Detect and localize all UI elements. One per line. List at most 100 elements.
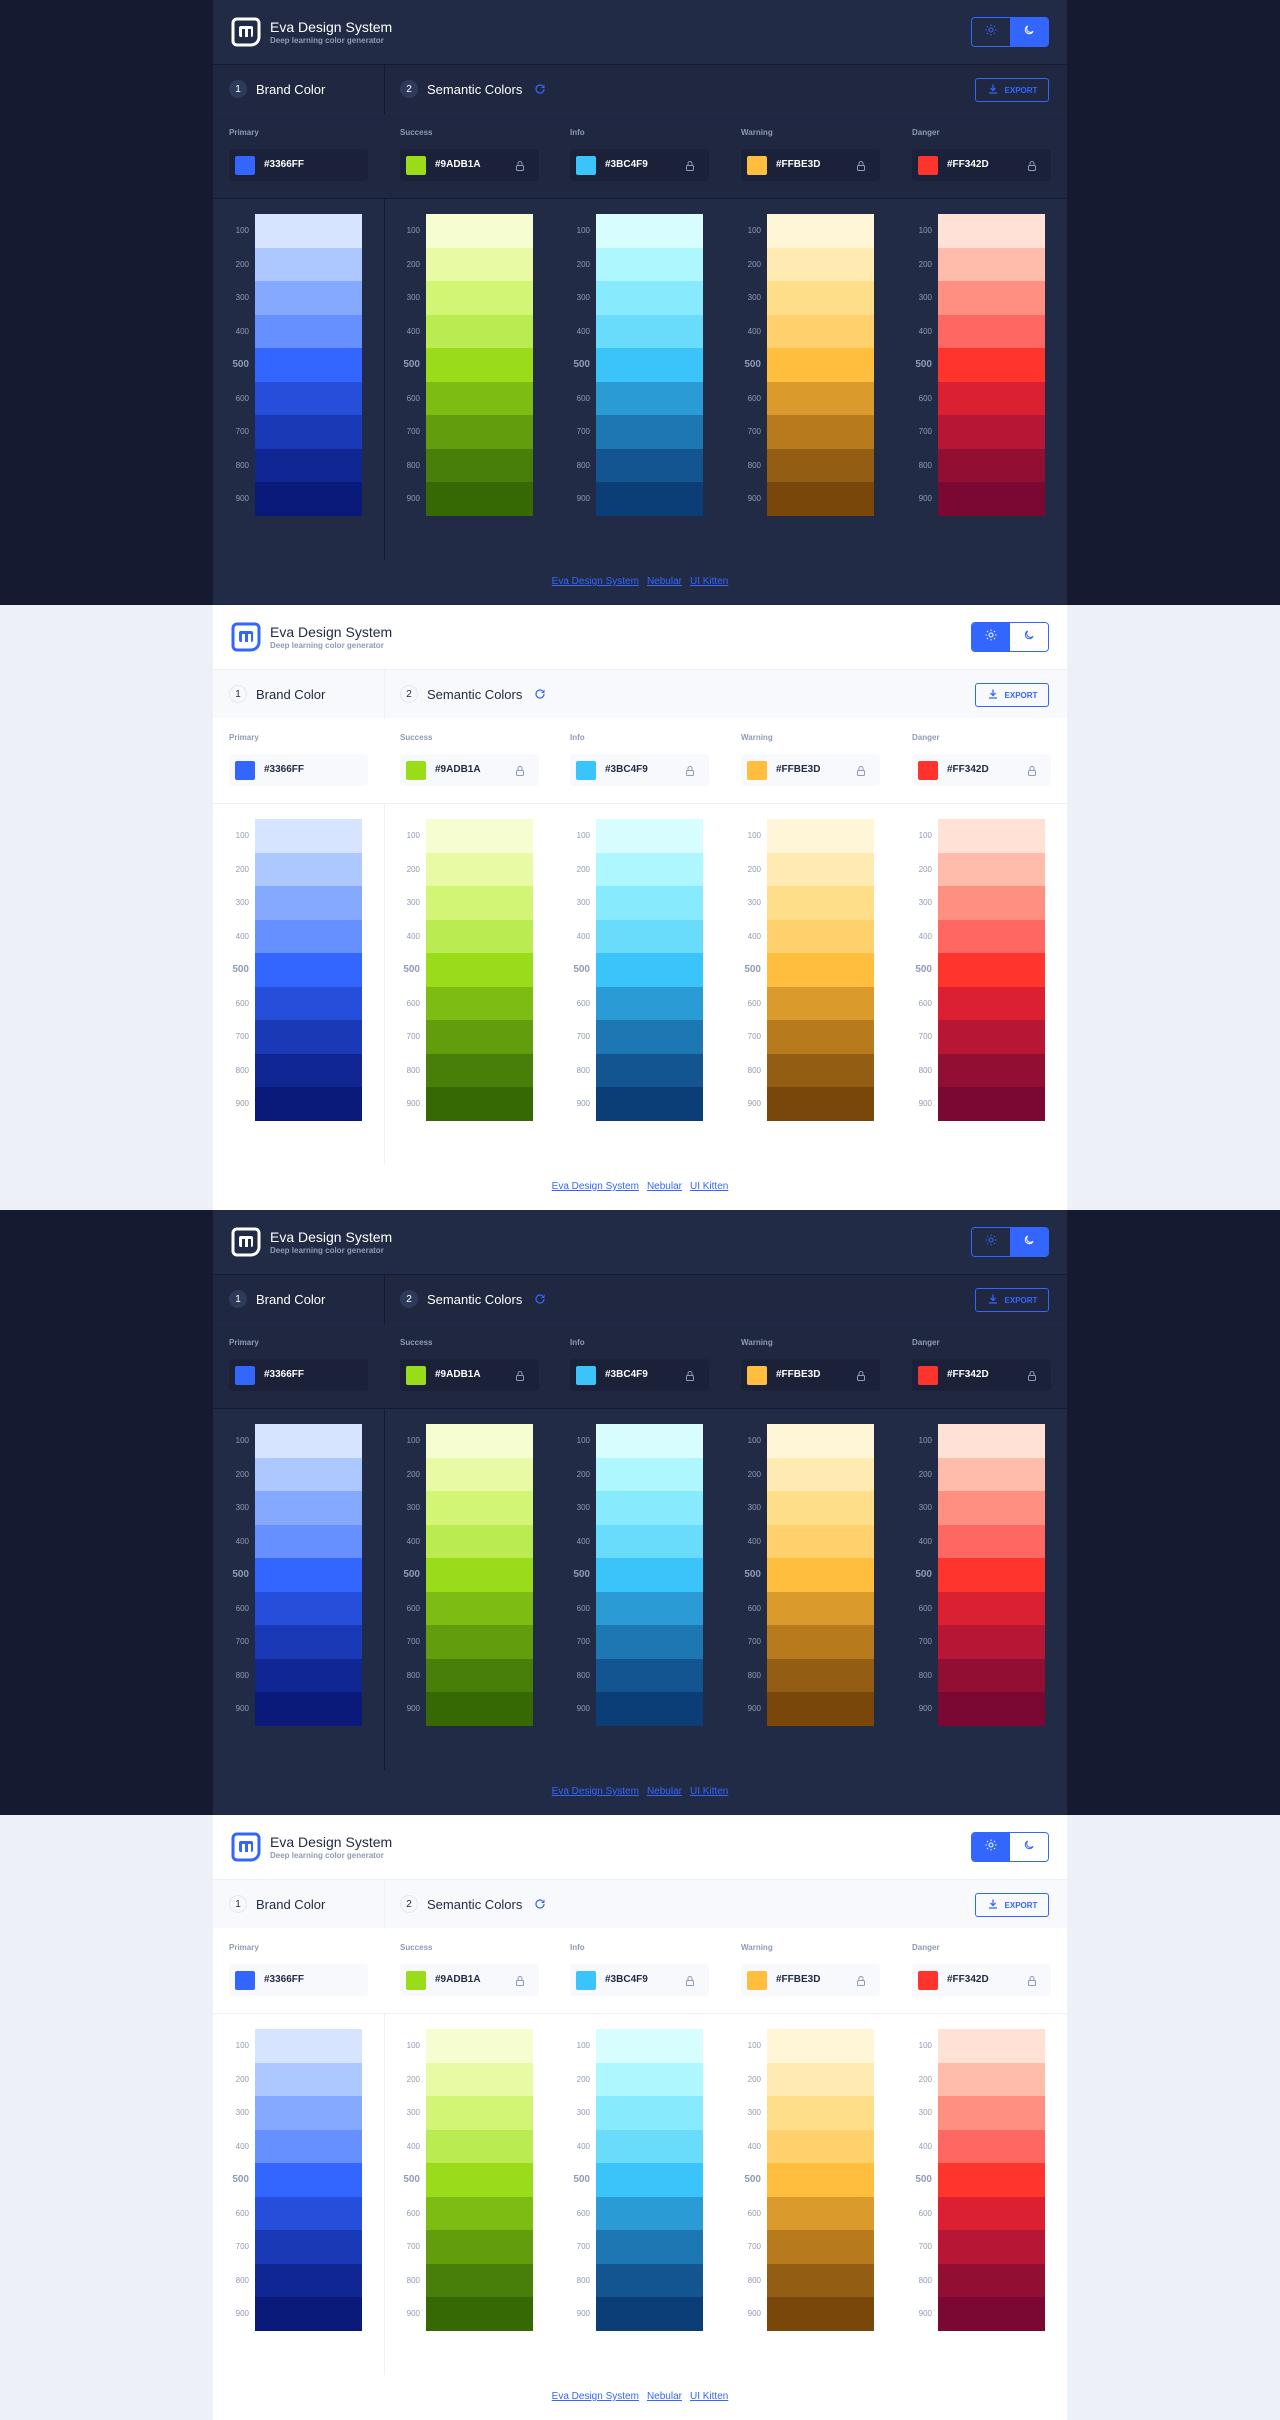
shade-swatch[interactable]: [596, 281, 703, 315]
shade-swatch[interactable]: [938, 1491, 1045, 1525]
shade-swatch[interactable]: [596, 2062, 703, 2096]
shade-swatch[interactable]: [938, 1625, 1045, 1659]
shade-swatch[interactable]: [255, 986, 362, 1020]
shade-swatch[interactable]: [596, 1087, 703, 1121]
shade-swatch[interactable]: [938, 482, 1045, 516]
shade-swatch[interactable]: [255, 314, 362, 348]
shade-swatch[interactable]: [255, 1020, 362, 1054]
shade-swatch[interactable]: [938, 1053, 1045, 1087]
shade-swatch[interactable]: [596, 1020, 703, 1054]
shade-swatch[interactable]: [767, 1692, 874, 1726]
shade-swatch[interactable]: [426, 214, 533, 248]
shade-swatch[interactable]: [767, 1053, 874, 1087]
shade-swatch[interactable]: [767, 2196, 874, 2230]
shade-swatch[interactable]: [426, 2297, 533, 2331]
shade-swatch[interactable]: [767, 1457, 874, 1491]
light-theme-button[interactable]: [972, 1228, 1010, 1256]
shade-swatch[interactable]: [426, 919, 533, 953]
shade-swatch[interactable]: [938, 2297, 1045, 2331]
shade-swatch[interactable]: [426, 1625, 533, 1659]
shade-swatch[interactable]: [938, 2129, 1045, 2163]
shade-swatch[interactable]: [596, 1491, 703, 1525]
shade-swatch[interactable]: [938, 1087, 1045, 1121]
shade-swatch[interactable]: [767, 247, 874, 281]
shade-swatch[interactable]: [255, 2062, 362, 2096]
color-swatch[interactable]: [747, 1971, 767, 1990]
shade-swatch[interactable]: [938, 2163, 1045, 2197]
shade-swatch[interactable]: [596, 2163, 703, 2197]
footer-link[interactable]: Eva Design System: [552, 576, 639, 587]
footer-link[interactable]: UI Kitten: [690, 1181, 728, 1192]
step-1[interactable]: 1 Brand Color: [229, 670, 325, 718]
shade-swatch[interactable]: [938, 2230, 1045, 2264]
lock-icon[interactable]: [684, 1974, 696, 1992]
shade-swatch[interactable]: [426, 1491, 533, 1525]
shade-swatch[interactable]: [767, 2129, 874, 2163]
shade-swatch[interactable]: [426, 348, 533, 382]
export-button[interactable]: EXPORT: [975, 1893, 1049, 1917]
shade-swatch[interactable]: [767, 819, 874, 853]
shade-swatch[interactable]: [426, 2196, 533, 2230]
shade-swatch[interactable]: [596, 381, 703, 415]
step-2[interactable]: 2 Semantic Colors: [400, 670, 546, 718]
shade-swatch[interactable]: [426, 2129, 533, 2163]
shade-swatch[interactable]: [255, 1424, 362, 1458]
shade-swatch[interactable]: [255, 348, 362, 382]
shade-swatch[interactable]: [767, 2263, 874, 2297]
lock-icon[interactable]: [1026, 159, 1038, 177]
shade-swatch[interactable]: [596, 314, 703, 348]
footer-link[interactable]: Eva Design System: [552, 2391, 639, 2402]
shade-swatch[interactable]: [596, 1457, 703, 1491]
lock-icon[interactable]: [855, 1369, 867, 1387]
shade-swatch[interactable]: [255, 2129, 362, 2163]
shade-swatch[interactable]: [426, 1457, 533, 1491]
shade-swatch[interactable]: [255, 448, 362, 482]
shade-swatch[interactable]: [938, 281, 1045, 315]
shade-swatch[interactable]: [255, 886, 362, 920]
shade-swatch[interactable]: [938, 919, 1045, 953]
shade-swatch[interactable]: [938, 214, 1045, 248]
shade-swatch[interactable]: [426, 2263, 533, 2297]
theme-toggle[interactable]: [971, 622, 1049, 652]
shade-swatch[interactable]: [255, 482, 362, 516]
shade-swatch[interactable]: [255, 281, 362, 315]
shade-swatch[interactable]: [596, 1692, 703, 1726]
shade-swatch[interactable]: [596, 986, 703, 1020]
shade-swatch[interactable]: [255, 1524, 362, 1558]
shade-swatch[interactable]: [426, 482, 533, 516]
shade-swatch[interactable]: [596, 1524, 703, 1558]
color-swatch[interactable]: [406, 1971, 426, 1990]
shade-swatch[interactable]: [426, 2062, 533, 2096]
shade-swatch[interactable]: [426, 1692, 533, 1726]
shade-swatch[interactable]: [767, 2297, 874, 2331]
shade-swatch[interactable]: [596, 2029, 703, 2063]
light-theme-button[interactable]: [972, 18, 1010, 46]
shade-swatch[interactable]: [255, 2096, 362, 2130]
shade-swatch[interactable]: [596, 1558, 703, 1592]
shade-swatch[interactable]: [426, 1020, 533, 1054]
shade-swatch[interactable]: [767, 1591, 874, 1625]
shade-swatch[interactable]: [938, 2096, 1045, 2130]
color-swatch[interactable]: [918, 1366, 938, 1385]
color-swatch[interactable]: [747, 761, 767, 780]
export-button[interactable]: EXPORT: [975, 683, 1049, 707]
theme-toggle[interactable]: [971, 1227, 1049, 1257]
lock-icon[interactable]: [514, 1369, 526, 1387]
shade-swatch[interactable]: [596, 348, 703, 382]
shade-swatch[interactable]: [767, 281, 874, 315]
shade-swatch[interactable]: [767, 1020, 874, 1054]
shade-swatch[interactable]: [255, 1625, 362, 1659]
shade-swatch[interactable]: [767, 1087, 874, 1121]
dark-theme-button[interactable]: [1010, 1833, 1048, 1861]
footer-link[interactable]: Nebular: [647, 1786, 682, 1797]
shade-swatch[interactable]: [596, 919, 703, 953]
shade-swatch[interactable]: [255, 1087, 362, 1121]
shade-swatch[interactable]: [255, 381, 362, 415]
shade-swatch[interactable]: [426, 886, 533, 920]
shade-swatch[interactable]: [938, 448, 1045, 482]
shade-swatch[interactable]: [767, 886, 874, 920]
color-swatch[interactable]: [576, 156, 596, 175]
shade-swatch[interactable]: [255, 852, 362, 886]
shade-swatch[interactable]: [426, 2096, 533, 2130]
footer-link[interactable]: Eva Design System: [552, 1786, 639, 1797]
